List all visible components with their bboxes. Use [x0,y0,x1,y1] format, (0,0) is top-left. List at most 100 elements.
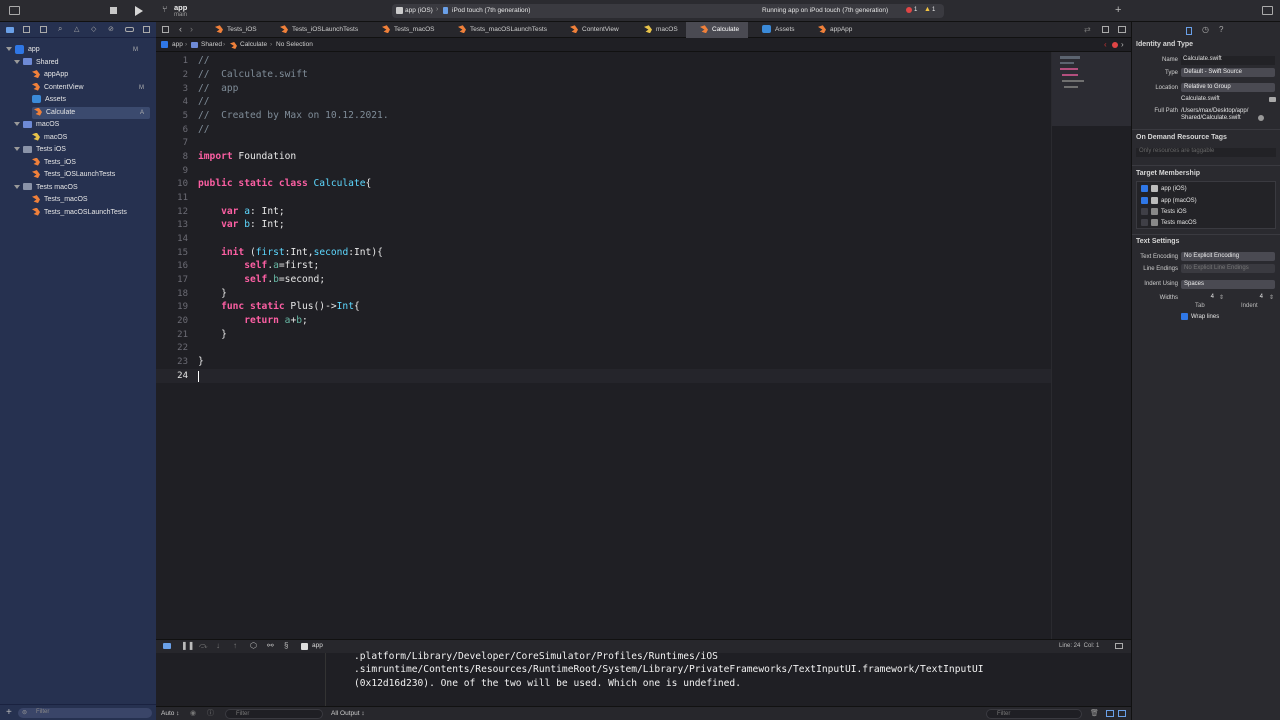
error-icon[interactable] [906,7,912,13]
memory-graph-icon[interactable]: ⚯ [267,641,274,650]
breadcrumb-shared[interactable]: Shared [201,38,222,52]
refresh-icon[interactable]: ⇄ [1084,25,1091,34]
test-icon[interactable]: ◇ [91,25,96,33]
split-left-icon[interactable] [1106,710,1114,717]
output-selector[interactable]: All Output ↕ [331,707,365,720]
debug-icon[interactable]: ⊘ [108,25,114,33]
scheme-selector[interactable]: app (iOS) [405,7,433,14]
nav-item-calculate[interactable]: Calculate A [32,106,150,119]
tab-tests-ios-launch[interactable]: Tests_iOSLaunchTests [276,22,366,38]
split-right-icon[interactable] [1118,710,1126,717]
trash-icon[interactable]: 🗑 [1090,707,1099,720]
step-in-icon[interactable]: ↓ [216,641,220,650]
add-icon[interactable]: + [1115,4,1121,16]
disclosure-icon[interactable] [14,147,20,152]
run-button[interactable] [135,6,143,16]
target-tests-ios[interactable]: Tests iOS [1141,208,1187,215]
disclosure-icon[interactable] [6,47,12,52]
nav-item-tests-macos-launch[interactable]: Tests_macOSLaunchTests [32,207,150,220]
target-app-macos[interactable]: app (macOS) [1141,197,1197,204]
debug-target-label[interactable]: app [312,642,323,649]
help-icon[interactable]: ? [1219,25,1223,34]
odr-tags-field[interactable]: Only resources are taggable [1136,148,1276,157]
indent-popup[interactable]: Spaces [1181,280,1275,289]
step-out-icon[interactable]: ↑ [233,641,237,650]
navigator-filter-input[interactable]: ⊜ Filter [18,708,152,718]
target-tests-macos[interactable]: Tests macOS [1141,219,1197,226]
tab-contentview[interactable]: ContentView [566,22,628,38]
nav-item-tests-macos-file[interactable]: Tests_macOS [32,194,150,207]
checkbox[interactable] [1141,219,1148,226]
tab-tests-ios[interactable]: Tests_iOS [211,22,268,38]
pause-icon[interactable]: ❚❚ [181,641,194,650]
nav-item-tests-macos[interactable]: Tests macOS [14,182,150,195]
nav-item-shared[interactable]: Shared [14,57,150,70]
tab-width-field[interactable]: 4 [1181,294,1217,303]
report-icon[interactable] [143,26,150,33]
console-filter-input[interactable]: Filter [986,709,1082,719]
layout-icon[interactable] [1115,643,1123,649]
auto-selector[interactable]: Auto ↕ [161,707,179,720]
issue-icon[interactable]: △ [74,25,79,33]
adjust-editor-icon[interactable] [1102,26,1109,33]
chevron-left-icon[interactable]: ‹ [1104,38,1107,52]
stop-button[interactable] [110,7,117,14]
inspector-toggle-icon[interactable] [1262,6,1273,15]
symbol-icon[interactable] [40,26,47,33]
nav-item-assets[interactable]: Assets [32,94,150,107]
hide-debug-icon[interactable] [163,643,171,649]
source-control-icon[interactable] [23,26,30,33]
environment-icon[interactable]: § [284,641,288,650]
tab-calculate[interactable]: Calculate [686,22,748,38]
issue-badge-icon[interactable] [1112,42,1118,48]
type-popup[interactable]: Default - Swift Source [1181,68,1275,77]
checkbox[interactable] [1181,313,1188,320]
breadcrumb-selection[interactable]: No Selection [276,38,313,52]
checkbox[interactable] [1141,208,1148,215]
breadcrumb-app[interactable]: app [172,38,183,52]
sidebar-toggle-icon[interactable] [9,6,20,15]
name-field[interactable]: Calculate.swift [1181,56,1275,65]
stepper-icon[interactable]: ⇕ [1269,294,1274,301]
nav-item-tests-ios-file[interactable]: Tests_iOS [32,157,150,170]
nav-item-app[interactable]: app M [6,44,150,57]
breadcrumb-calculate[interactable]: Calculate [240,38,267,52]
chevron-right-icon[interactable]: › [1121,38,1124,52]
disclosure-icon[interactable] [14,122,20,127]
encoding-popup[interactable]: No Explicit Encoding [1181,252,1275,261]
grid-icon[interactable] [162,26,169,33]
nav-item-appapp[interactable]: appApp [32,69,150,82]
reveal-arrow-icon[interactable] [1258,115,1264,121]
tab-assets[interactable]: Assets [758,22,806,38]
code-area[interactable]: 1 2 3 4 5 6 7 8 9 10 11 12 13 14 15 16 1… [156,52,1051,639]
line-endings-popup[interactable]: No Explicit Line Endings [1181,264,1275,273]
add-icon[interactable]: + [6,707,12,718]
forward-icon[interactable]: › [190,24,193,34]
warning-icon[interactable]: ▲ [924,6,931,13]
history-icon[interactable]: ◷ [1202,25,1209,34]
variables-view[interactable] [156,653,326,706]
info-icon[interactable]: ⓘ [207,707,214,720]
view-debugger-icon[interactable]: ⬡ [250,641,257,650]
minimap[interactable] [1051,52,1132,639]
eye-icon[interactable]: ◉ [190,707,196,720]
wrap-lines-checkbox[interactable]: Wrap lines [1181,313,1219,320]
location-popup[interactable]: Relative to Group [1181,83,1275,92]
nav-item-macos-file[interactable]: macOS [32,132,150,145]
split-editor-icon[interactable] [1118,26,1126,33]
folder-icon[interactable] [6,27,14,33]
back-icon[interactable]: ‹ [179,24,182,34]
nav-item-contentview[interactable]: ContentView M [32,82,150,95]
step-over-icon[interactable]: ⤼ [199,641,208,651]
target-app-ios[interactable]: app (iOS) [1141,185,1187,192]
breakpoint-icon[interactable] [125,27,134,32]
folder-icon[interactable] [1269,97,1276,102]
tab-macos[interactable]: macOS [640,22,682,38]
variables-filter-input[interactable]: Filter [225,709,323,719]
tab-tests-macos-launch[interactable]: Tests_macOSLaunchTests [454,22,554,38]
tab-tests-macos[interactable]: Tests_macOS [378,22,440,38]
checkbox[interactable] [1141,185,1148,192]
nav-item-tests-ios[interactable]: Tests iOS [14,144,150,157]
stepper-icon[interactable]: ⇕ [1219,294,1224,301]
device-selector[interactable]: iPod touch (7th generation) [452,7,530,14]
